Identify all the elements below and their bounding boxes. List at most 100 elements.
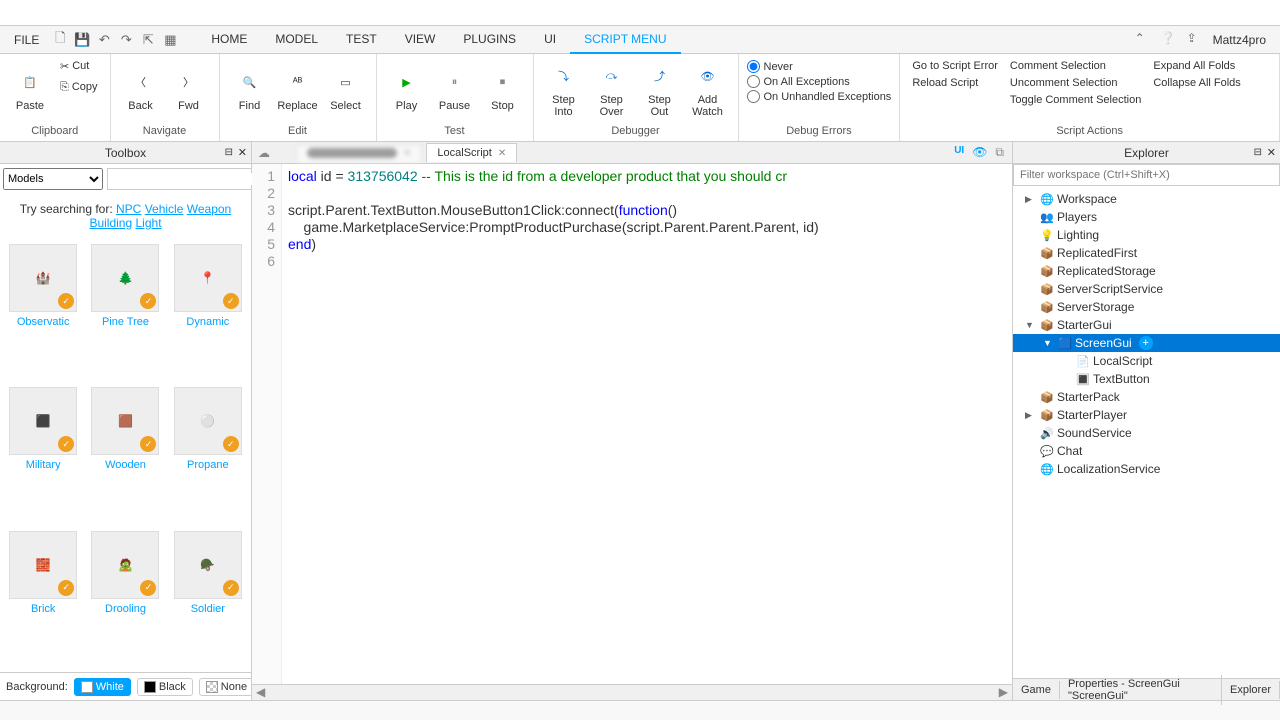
- tree-item-localizationservice[interactable]: 🌐LocalizationService: [1013, 460, 1280, 478]
- bg-none[interactable]: None: [199, 678, 254, 696]
- tab-plugins[interactable]: PLUGINS: [449, 26, 530, 54]
- step-out-button[interactable]: ⤴Step Out: [638, 56, 682, 122]
- asset-item[interactable]: 🧟✓Drooling: [88, 531, 162, 666]
- suggest-link[interactable]: Building: [89, 216, 132, 230]
- redo-icon[interactable]: ↷: [117, 31, 135, 49]
- category-select[interactable]: Models: [3, 168, 103, 190]
- tab-home[interactable]: HOME: [197, 26, 261, 54]
- tree-item-startergui[interactable]: ▼📦StarterGui: [1013, 316, 1280, 334]
- add-child-icon[interactable]: +: [1139, 336, 1153, 350]
- step-over-button[interactable]: ⤼Step Over: [590, 56, 634, 122]
- eye-icon[interactable]: 👁: [972, 145, 987, 160]
- radio-on-all[interactable]: On All Exceptions: [747, 75, 892, 88]
- back-button[interactable]: 〈Back: [119, 56, 163, 122]
- scroll-left-icon[interactable]: ◀: [252, 685, 269, 700]
- bottom-tab[interactable]: Explorer: [1222, 681, 1280, 699]
- pause-button[interactable]: ⏸Pause: [433, 56, 477, 122]
- radio-on-unhandled[interactable]: On Unhandled Exceptions: [747, 90, 892, 103]
- go-script-error[interactable]: Go to Script Error: [908, 58, 1002, 74]
- updates-icon[interactable]: ⌃: [1135, 31, 1153, 49]
- bg-black[interactable]: Black: [137, 678, 193, 696]
- select-button[interactable]: ▭Select: [324, 56, 368, 122]
- uncomment-selection[interactable]: Uncomment Selection: [1006, 75, 1145, 91]
- share-icon[interactable]: ⇪: [1187, 31, 1205, 49]
- tree-item-replicatedstorage[interactable]: 📦ReplicatedStorage: [1013, 262, 1280, 280]
- stop-button[interactable]: ⏹Stop: [481, 56, 525, 122]
- save-icon[interactable]: 💾: [73, 31, 91, 49]
- tree-item-serverstorage[interactable]: 📦ServerStorage: [1013, 298, 1280, 316]
- asset-item[interactable]: 🪖✓Soldier: [171, 531, 245, 666]
- suggest-link[interactable]: NPC: [116, 202, 141, 216]
- find-button[interactable]: 🔍Find: [228, 56, 272, 122]
- tree-item-serverscriptservice[interactable]: 📦ServerScriptService: [1013, 280, 1280, 298]
- bg-white[interactable]: White: [74, 678, 131, 696]
- asset-item[interactable]: ⚪✓Propane: [171, 387, 245, 522]
- file-menu[interactable]: FILE: [4, 29, 49, 51]
- tab-model[interactable]: MODEL: [261, 26, 332, 54]
- asset-item[interactable]: 🌲✓Pine Tree: [88, 244, 162, 379]
- toolbox-search-input[interactable]: [112, 173, 254, 185]
- suggest-link[interactable]: Light: [136, 216, 162, 230]
- tree-item-screengui[interactable]: ▼🟦ScreenGui+: [1013, 334, 1280, 352]
- pin-icon[interactable]: ⊟: [225, 147, 233, 158]
- fwd-button[interactable]: 〉Fwd: [167, 56, 211, 122]
- ui-toggle[interactable]: UI: [954, 145, 964, 160]
- asset-item[interactable]: ⬛✓Military: [6, 387, 80, 522]
- tree-item-lighting[interactable]: 💡Lighting: [1013, 226, 1280, 244]
- tree-item-workspace[interactable]: ▶🌐Workspace: [1013, 190, 1280, 208]
- popout-icon[interactable]: ⧉: [995, 145, 1004, 160]
- bottom-tab[interactable]: Game: [1013, 681, 1060, 699]
- step-into-button[interactable]: ⤵Step Into: [542, 56, 586, 122]
- play-button[interactable]: ▶Play: [385, 56, 429, 122]
- filter-input[interactable]: [1013, 164, 1280, 186]
- replace-button[interactable]: ᴬᴮReplace: [276, 56, 320, 122]
- username[interactable]: Mattz4pro: [1213, 33, 1266, 47]
- tree-item-starterpack[interactable]: 📦StarterPack: [1013, 388, 1280, 406]
- tree-item-localscript[interactable]: 📄LocalScript: [1013, 352, 1280, 370]
- tree-item-replicatedfirst[interactable]: 📦ReplicatedFirst: [1013, 244, 1280, 262]
- editor-tab-1[interactable]: ✕: [296, 144, 422, 162]
- close-tab-icon[interactable]: ✕: [498, 148, 506, 159]
- tree-item-textbutton[interactable]: 🔳TextButton: [1013, 370, 1280, 388]
- tree-item-soundservice[interactable]: 🔊SoundService: [1013, 424, 1280, 442]
- copy-button[interactable]: ⎘ Copy: [56, 77, 102, 97]
- export-icon[interactable]: ⇱: [139, 31, 157, 49]
- asset-item[interactable]: 🟫✓Wooden: [88, 387, 162, 522]
- new-icon[interactable]: 🗋: [51, 31, 69, 49]
- scroll-right-icon[interactable]: ▶: [995, 685, 1012, 700]
- cut-button[interactable]: ✂ Cut: [56, 56, 102, 76]
- toggle-comment[interactable]: Toggle Comment Selection: [1006, 92, 1145, 108]
- help-icon[interactable]: ❔: [1161, 31, 1179, 49]
- code-editor[interactable]: 123456 local id = 313756042 -- This is t…: [252, 164, 1012, 684]
- tab-test[interactable]: TEST: [332, 26, 391, 54]
- tab-ui[interactable]: UI: [530, 26, 570, 54]
- undo-icon[interactable]: ↶: [95, 31, 113, 49]
- close-icon[interactable]: ✕: [238, 146, 247, 159]
- suggest-link[interactable]: Vehicle: [145, 202, 184, 216]
- bottom-tab[interactable]: Properties - ScreenGui "ScreenGui": [1060, 675, 1222, 705]
- horizontal-scrollbar[interactable]: ◀ ▶: [252, 684, 1012, 700]
- close-tab-icon[interactable]: ✕: [403, 148, 411, 159]
- suggest-link[interactable]: Weapon: [187, 202, 231, 216]
- tree-item-starterplayer[interactable]: ▶📦StarterPlayer: [1013, 406, 1280, 424]
- tree-item-players[interactable]: 👥Players: [1013, 208, 1280, 226]
- code-content[interactable]: local id = 313756042 -- This is the id f…: [282, 164, 1012, 684]
- expand-folds[interactable]: Expand All Folds: [1149, 58, 1244, 74]
- grid-icon[interactable]: ▦: [161, 31, 179, 49]
- reload-script[interactable]: Reload Script: [908, 75, 1002, 91]
- editor-tab-2[interactable]: LocalScript✕: [426, 143, 517, 162]
- asset-item[interactable]: 🏰✓Observatic: [6, 244, 80, 379]
- asset-item[interactable]: 📍✓Dynamic: [171, 244, 245, 379]
- pin-icon[interactable]: ⊟: [1254, 147, 1262, 158]
- tab-script menu[interactable]: SCRIPT MENU: [570, 26, 680, 54]
- paste-button[interactable]: 📋Paste: [8, 56, 52, 122]
- close-icon[interactable]: ✕: [1267, 146, 1276, 159]
- asset-item[interactable]: 🧱✓Brick: [6, 531, 80, 666]
- cloud-icon[interactable]: ☁: [252, 146, 276, 160]
- comment-selection[interactable]: Comment Selection: [1006, 58, 1145, 74]
- radio-never[interactable]: Never: [747, 60, 892, 73]
- tab-view[interactable]: VIEW: [391, 26, 450, 54]
- add-watch-button[interactable]: 👁Add Watch: [686, 56, 730, 122]
- tree-item-chat[interactable]: 💬Chat: [1013, 442, 1280, 460]
- collapse-folds[interactable]: Collapse All Folds: [1149, 75, 1244, 91]
